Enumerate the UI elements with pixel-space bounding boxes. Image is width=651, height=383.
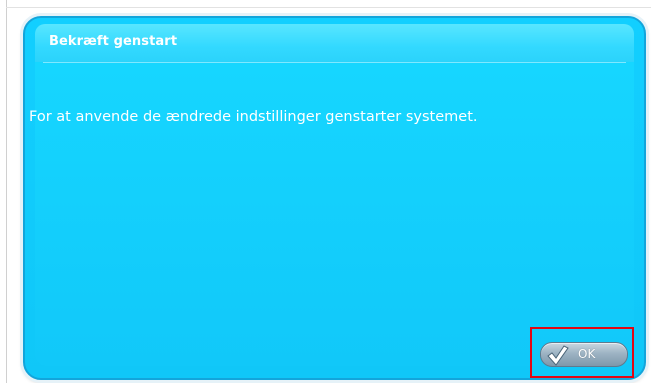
left-border-line bbox=[6, 0, 7, 383]
checkmark-icon bbox=[547, 345, 569, 366]
dialog-header: Bekræft genstart bbox=[35, 24, 634, 62]
top-border-line bbox=[6, 7, 651, 8]
confirm-restart-dialog: Bekræft genstart bbox=[23, 16, 646, 380]
dialog-title: Bekræft genstart bbox=[49, 34, 178, 49]
ok-button-label: OK bbox=[578, 347, 596, 361]
dialog-body bbox=[35, 62, 634, 366]
header-divider bbox=[43, 62, 626, 63]
ok-button[interactable]: OK bbox=[540, 342, 628, 367]
dialog-message: For at anvende de ændrede indstillinger … bbox=[29, 109, 478, 125]
screen: Bekræft genstart For at anvende de ændre… bbox=[0, 0, 651, 383]
